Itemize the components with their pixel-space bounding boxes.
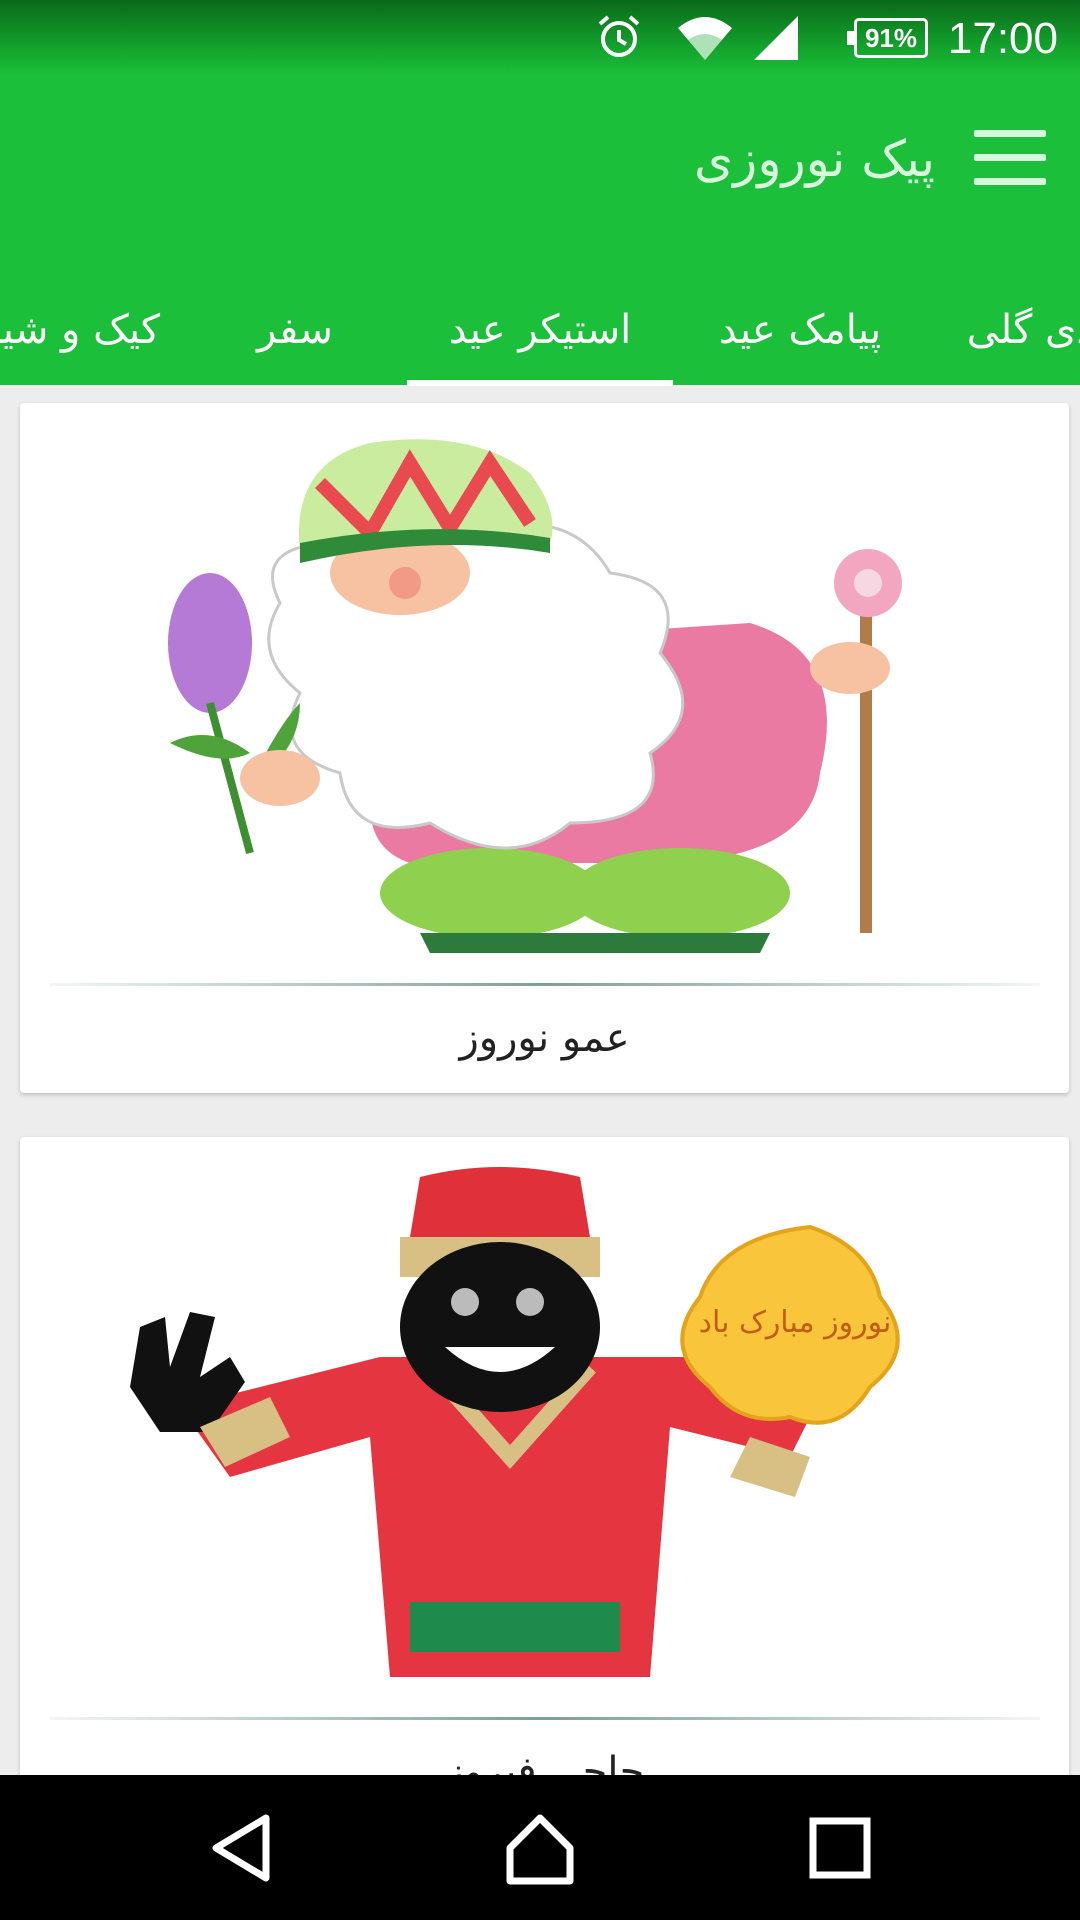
sticker-card[interactable]: عمو نوروز (20, 403, 1069, 1093)
card-divider (50, 1717, 1040, 1720)
alarm-icon (598, 15, 640, 57)
recents-icon[interactable] (795, 1803, 885, 1893)
app-bar: پیک نوروزی کیک و شیرینی سفر استیکر عید پ… (0, 75, 1080, 386)
card-caption: عمو نوروز (459, 1015, 630, 1061)
hamburger-menu-icon[interactable] (974, 130, 1046, 186)
amoo-nowruz-illustration (50, 423, 1040, 963)
haji-firuz-illustration: نوروز مبارک باد (50, 1157, 1040, 1697)
tab-eid-sms[interactable]: پیامک عید (690, 270, 910, 385)
sticker-list: عمو نوروز نوروز مبارک باد حاجی فیروز (0, 385, 1080, 1775)
tab-eid-sticker[interactable]: استیکر عید (407, 270, 673, 385)
home-icon[interactable] (495, 1803, 585, 1893)
wifi-icon (678, 17, 732, 60)
battery-level: 91% (864, 23, 918, 53)
app-title: پیک نوروزی (694, 130, 935, 188)
back-icon[interactable] (196, 1803, 286, 1893)
tab-cake-sweets[interactable]: کیک و شیرینی (0, 270, 160, 385)
clock: 17:00 (947, 14, 1058, 63)
tambourine-sign-text: نوروز مبارک باد (699, 1305, 892, 1340)
card-caption: حاجی فیروز (444, 1749, 645, 1775)
status-bar: 91% 17:00 (0, 0, 1080, 75)
card-divider (50, 983, 1040, 986)
tab-travel[interactable]: سفر (215, 270, 375, 385)
sticker-card[interactable]: نوروز مبارک باد حاجی فیروز (20, 1137, 1069, 1775)
navigation-bar (0, 1775, 1080, 1920)
tab-bar: کیک و شیرینی سفر استیکر عید پیامک عید عی… (0, 270, 1080, 385)
signal-icon (754, 16, 798, 60)
tab-eidi-goli[interactable]: عیدی گلی (960, 270, 1080, 385)
battery-icon: 91% (847, 18, 928, 58)
